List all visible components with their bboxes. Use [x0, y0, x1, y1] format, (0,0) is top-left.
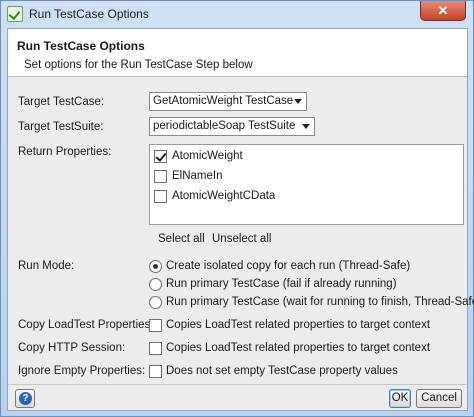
copy-http-checkbox[interactable]	[149, 342, 162, 355]
run-mode-primary-fail-label[interactable]: Run primary TestCase (fail if already ru…	[166, 278, 397, 290]
header-title: Run TestCase Options	[17, 39, 145, 53]
copy-loadtest-label: Copy LoadTest Properties:	[18, 319, 154, 331]
dialog-footer: ? OK Cancel	[8, 384, 467, 410]
window-title: Run TestCase Options	[29, 7, 149, 21]
run-mode-isolated-label[interactable]: Create isolated copy for each run (Threa…	[166, 260, 410, 272]
dialog-window: Run TestCase Options ✕ Run TestCase Opti…	[0, 0, 474, 417]
run-mode-primary-wait-label[interactable]: Run primary TestCase (wait for running t…	[166, 296, 474, 308]
copy-http-option[interactable]: Copies LoadTest related properties to ta…	[166, 342, 430, 354]
close-button[interactable]: ✕	[420, 1, 466, 21]
chevron-down-icon	[294, 99, 302, 104]
soapui-check-icon	[7, 6, 23, 22]
target-testcase-label: Target TestCase:	[18, 96, 105, 108]
ok-button[interactable]: OK	[389, 389, 411, 408]
ignore-empty-label: Ignore Empty Properties:	[18, 365, 146, 377]
return-properties-list[interactable]: AtomicWeight ElNameIn AtomicWeightCData	[149, 144, 464, 225]
ignore-empty-checkbox[interactable]	[149, 365, 162, 378]
help-button[interactable]: ?	[15, 389, 35, 408]
checkbox-atomicweightcdata[interactable]	[154, 190, 167, 203]
target-testcase-select[interactable]: GetAtomicWeight TestCase	[149, 92, 307, 111]
header-description: Set options for the Run TestCase Step be…	[24, 59, 253, 71]
target-testcase-value: GetAtomicWeight TestCase	[153, 95, 294, 107]
ignore-empty-option[interactable]: Does not set empty TestCase property val…	[166, 365, 398, 377]
checkbox-elnamein[interactable]	[154, 170, 167, 183]
run-mode-isolated-radio[interactable]	[149, 260, 162, 273]
select-all-button[interactable]: Select all	[158, 233, 205, 245]
run-mode-label: Run Mode:	[18, 260, 75, 272]
help-icon: ?	[19, 392, 32, 405]
checkbox-atomicweight[interactable]	[154, 150, 167, 163]
run-mode-primary-fail-radio[interactable]	[149, 278, 162, 291]
copy-http-label: Copy HTTP Session:	[18, 342, 126, 354]
chevron-down-icon	[302, 124, 310, 129]
return-properties-label: Return Properties:	[18, 146, 112, 158]
cancel-button[interactable]: Cancel	[416, 389, 462, 408]
target-testsuite-value: periodictableSoap TestSuite	[153, 120, 296, 132]
title-bar[interactable]: Run TestCase Options ✕	[1, 1, 473, 27]
dialog-content: Run TestCase Options Set options for the…	[7, 28, 474, 411]
target-testsuite-label: Target TestSuite:	[18, 121, 104, 133]
copy-loadtest-checkbox[interactable]	[149, 319, 162, 332]
run-mode-primary-wait-radio[interactable]	[149, 296, 162, 309]
copy-loadtest-option[interactable]: Copies LoadTest related properties to ta…	[166, 319, 430, 331]
unselect-all-button[interactable]: Unselect all	[212, 233, 271, 245]
target-testsuite-select[interactable]: periodictableSoap TestSuite	[149, 117, 315, 136]
dialog-header: Run TestCase Options Set options for the…	[8, 29, 467, 77]
